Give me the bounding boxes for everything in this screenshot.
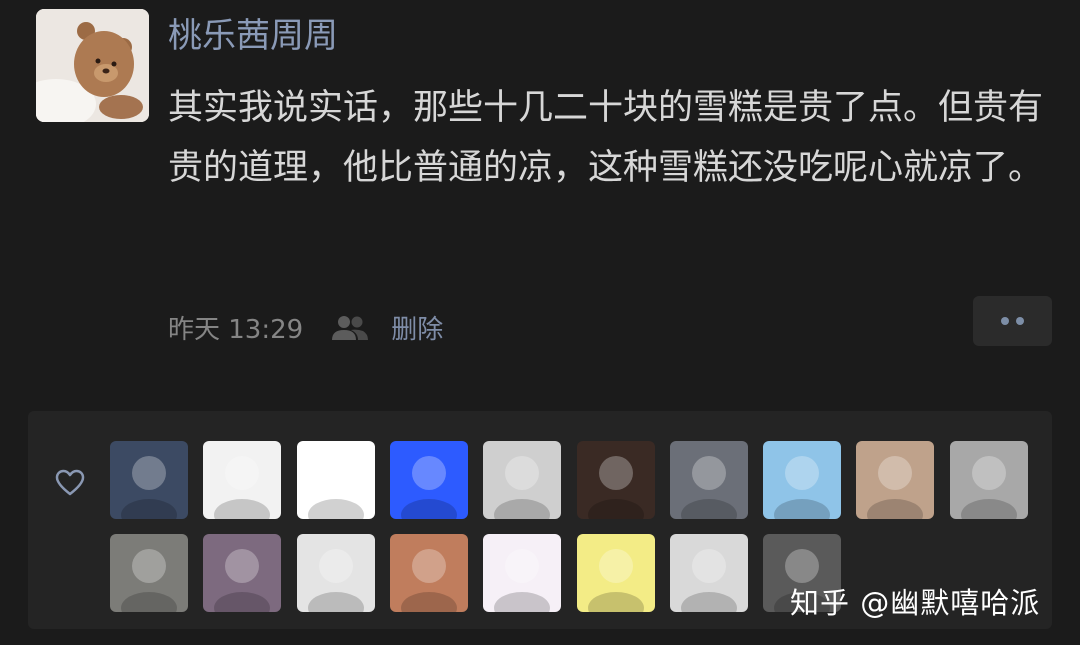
- more-button[interactable]: [973, 296, 1052, 346]
- avatar-image: [110, 441, 188, 519]
- watermark-text: 知乎 @幽默嘻哈派: [790, 586, 1041, 620]
- avatar-image: [763, 441, 841, 519]
- avatar-image: [483, 534, 561, 612]
- heart-icon: [55, 469, 85, 496]
- liker-17-avatar[interactable]: [670, 534, 748, 612]
- liker-14-avatar[interactable]: [390, 534, 468, 612]
- liker-2-avatar[interactable]: [203, 441, 281, 519]
- liker-6-avatar[interactable]: [577, 441, 655, 519]
- avatar-image: [390, 441, 468, 519]
- friends-icon: [332, 316, 369, 340]
- avatar-image: [577, 534, 655, 612]
- more-icon-dot: [1016, 317, 1024, 325]
- liker-13-avatar[interactable]: [297, 534, 375, 612]
- liker-16-avatar[interactable]: [577, 534, 655, 612]
- liker-4-avatar[interactable]: [390, 441, 468, 519]
- avatar-image: [203, 441, 281, 519]
- delete-button[interactable]: 删除: [391, 309, 443, 346]
- avatar-image: [483, 441, 561, 519]
- post-meta: 昨天 13:29 删除: [168, 305, 443, 349]
- liker-7-avatar[interactable]: [670, 441, 748, 519]
- liker-5-avatar[interactable]: [483, 441, 561, 519]
- liker-11-avatar[interactable]: [110, 534, 188, 612]
- liker-9-avatar[interactable]: [856, 441, 934, 519]
- post-content: 其实我说实话，那些十几二十块的雪糕是贵了点。但贵有贵的道理，他比普通的凉，这种雪…: [168, 88, 1044, 188]
- avatar-image: [670, 534, 748, 612]
- liker-12-avatar[interactable]: [203, 534, 281, 612]
- liker-3-avatar[interactable]: [297, 441, 375, 519]
- avatar-image: [577, 441, 655, 519]
- more-icon: [1001, 317, 1009, 325]
- liker-15-avatar[interactable]: [483, 534, 561, 612]
- teddy-bear-avatar-image: [36, 9, 149, 122]
- avatar-image: [390, 534, 468, 612]
- post-timestamp: 昨天 13:29: [168, 314, 304, 345]
- avatar-image: [297, 441, 375, 519]
- poster-avatar[interactable]: [36, 9, 149, 122]
- avatar-image: [297, 534, 375, 612]
- avatar-image: [203, 534, 281, 612]
- avatar-image: [110, 534, 188, 612]
- liker-1-avatar[interactable]: [110, 441, 188, 519]
- poster-username[interactable]: 桃乐茜周周: [168, 12, 338, 60]
- avatar-image: [856, 441, 934, 519]
- avatar-image: [950, 441, 1028, 519]
- liker-8-avatar[interactable]: [763, 441, 841, 519]
- liker-10-avatar[interactable]: [950, 441, 1028, 519]
- avatar-image: [670, 441, 748, 519]
